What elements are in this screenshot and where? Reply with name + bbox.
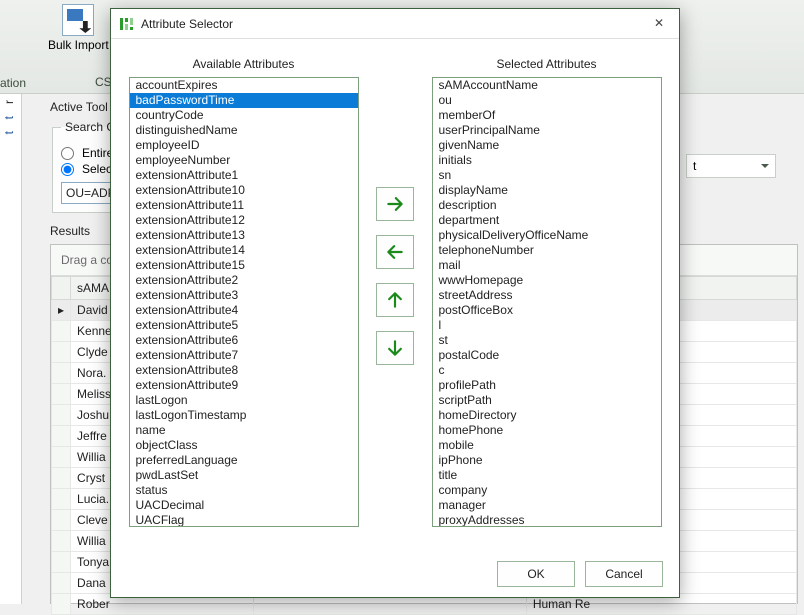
list-item[interactable]: wwwHomepage bbox=[433, 273, 661, 288]
list-item[interactable]: postOfficeBox bbox=[433, 303, 661, 318]
list-item[interactable]: description bbox=[433, 198, 661, 213]
list-item[interactable]: streetAddress bbox=[433, 288, 661, 303]
attribute-selector-icon bbox=[119, 16, 135, 32]
bulk-import-label: Bulk Import bbox=[48, 38, 109, 52]
arrow-right-icon bbox=[385, 194, 405, 214]
list-item[interactable]: userPrincipalName bbox=[433, 123, 661, 138]
left-v3: t bbox=[0, 125, 18, 140]
radio-select[interactable] bbox=[61, 163, 74, 176]
list-item[interactable]: sn bbox=[433, 168, 661, 183]
dialog-footer: OK Cancel bbox=[111, 551, 679, 597]
list-item[interactable]: extensionAttribute11 bbox=[130, 198, 358, 213]
selected-listbox[interactable]: sAMAccountNameoumemberOfuserPrincipalNam… bbox=[432, 77, 662, 527]
left-sidebar-strip: r t t bbox=[0, 94, 22, 604]
available-listbox[interactable]: accountExpiresbadPasswordTimecountryCode… bbox=[129, 77, 359, 527]
list-item[interactable]: telephoneNumber bbox=[433, 243, 661, 258]
cancel-button[interactable]: Cancel bbox=[585, 561, 663, 587]
move-right-button[interactable] bbox=[376, 187, 414, 221]
list-item[interactable]: badPasswordTime bbox=[130, 93, 358, 108]
ok-button[interactable]: OK bbox=[497, 561, 575, 587]
list-item[interactable]: extensionAttribute5 bbox=[130, 318, 358, 333]
sort-dropdown[interactable]: t bbox=[686, 154, 776, 178]
list-item[interactable]: profilePath bbox=[433, 378, 661, 393]
list-item[interactable]: extensionAttribute4 bbox=[130, 303, 358, 318]
list-item[interactable]: ipPhone bbox=[433, 453, 661, 468]
arrow-left-icon bbox=[385, 242, 405, 262]
move-left-button[interactable] bbox=[376, 235, 414, 269]
list-item[interactable]: st bbox=[433, 333, 661, 348]
list-item[interactable]: accountExpires bbox=[130, 78, 358, 93]
list-item[interactable]: homeDirectory bbox=[433, 408, 661, 423]
results-label: Results bbox=[50, 224, 90, 238]
arrow-up-icon bbox=[385, 290, 405, 310]
list-item[interactable]: scriptPath bbox=[433, 393, 661, 408]
attribute-selector-dialog: Attribute Selector ✕ Available Attribute… bbox=[110, 8, 680, 598]
list-item[interactable]: name bbox=[130, 423, 358, 438]
left-v1: r bbox=[0, 94, 18, 110]
list-item[interactable]: proxyAddresses bbox=[433, 513, 661, 527]
list-item[interactable]: manager bbox=[433, 498, 661, 513]
list-item[interactable]: initials bbox=[433, 153, 661, 168]
list-item[interactable]: UACDecimal bbox=[130, 498, 358, 513]
list-item[interactable]: c bbox=[433, 363, 661, 378]
move-up-button[interactable] bbox=[376, 283, 414, 317]
ribbon-left-word: ation bbox=[0, 76, 26, 90]
available-title: Available Attributes bbox=[193, 57, 295, 71]
list-item[interactable]: employeeNumber bbox=[130, 153, 358, 168]
list-item[interactable]: givenName bbox=[433, 138, 661, 153]
list-item[interactable]: UACFlag bbox=[130, 513, 358, 527]
list-item[interactable]: sAMAccountName bbox=[433, 78, 661, 93]
list-item[interactable]: extensionAttribute6 bbox=[130, 333, 358, 348]
left-v2: t bbox=[0, 110, 18, 125]
list-item[interactable]: extensionAttribute1 bbox=[130, 168, 358, 183]
list-item[interactable]: memberOf bbox=[433, 108, 661, 123]
dialog-titlebar[interactable]: Attribute Selector ✕ bbox=[111, 9, 679, 39]
list-item[interactable]: extensionAttribute15 bbox=[130, 258, 358, 273]
csv-import-icon bbox=[62, 4, 94, 36]
list-item[interactable]: extensionAttribute7 bbox=[130, 348, 358, 363]
list-item[interactable]: extensionAttribute12 bbox=[130, 213, 358, 228]
transfer-buttons bbox=[360, 57, 430, 543]
list-item[interactable]: pwdLastSet bbox=[130, 468, 358, 483]
list-item[interactable]: l bbox=[433, 318, 661, 333]
list-item[interactable]: extensionAttribute10 bbox=[130, 183, 358, 198]
arrow-down-icon bbox=[385, 338, 405, 358]
list-item[interactable]: status bbox=[130, 483, 358, 498]
list-item[interactable]: extensionAttribute13 bbox=[130, 228, 358, 243]
list-item[interactable]: mobile bbox=[433, 438, 661, 453]
list-item[interactable]: preferredLanguage bbox=[130, 453, 358, 468]
dialog-body: Available Attributes accountExpiresbadPa… bbox=[111, 39, 679, 551]
list-item[interactable]: displayName bbox=[433, 183, 661, 198]
bulk-import-button[interactable]: Bulk Import bbox=[48, 4, 109, 52]
selected-column: Selected Attributes sAMAccountNameoumemb… bbox=[430, 57, 663, 543]
selected-title: Selected Attributes bbox=[496, 57, 596, 71]
list-item[interactable]: mail bbox=[433, 258, 661, 273]
list-item[interactable]: extensionAttribute9 bbox=[130, 378, 358, 393]
list-item[interactable]: ou bbox=[433, 93, 661, 108]
active-tool-label: Active Tool bbox=[50, 100, 108, 114]
list-item[interactable]: postalCode bbox=[433, 348, 661, 363]
list-item[interactable]: lastLogonTimestamp bbox=[130, 408, 358, 423]
close-icon[interactable]: ✕ bbox=[647, 12, 671, 36]
list-item[interactable]: extensionAttribute8 bbox=[130, 363, 358, 378]
dialog-title: Attribute Selector bbox=[141, 17, 647, 31]
list-item[interactable]: company bbox=[433, 483, 661, 498]
list-item[interactable]: department bbox=[433, 213, 661, 228]
move-down-button[interactable] bbox=[376, 331, 414, 365]
list-item[interactable]: objectClass bbox=[130, 438, 358, 453]
radio-entire[interactable] bbox=[61, 147, 74, 160]
list-item[interactable]: title bbox=[433, 468, 661, 483]
list-item[interactable]: physicalDeliveryOfficeName bbox=[433, 228, 661, 243]
available-column: Available Attributes accountExpiresbadPa… bbox=[127, 57, 360, 543]
list-item[interactable]: countryCode bbox=[130, 108, 358, 123]
list-item[interactable]: homePhone bbox=[433, 423, 661, 438]
list-item[interactable]: employeeID bbox=[130, 138, 358, 153]
list-item[interactable]: lastLogon bbox=[130, 393, 358, 408]
list-item[interactable]: extensionAttribute14 bbox=[130, 243, 358, 258]
list-item[interactable]: distinguishedName bbox=[130, 123, 358, 138]
list-item[interactable]: extensionAttribute2 bbox=[130, 273, 358, 288]
list-item[interactable]: extensionAttribute3 bbox=[130, 288, 358, 303]
